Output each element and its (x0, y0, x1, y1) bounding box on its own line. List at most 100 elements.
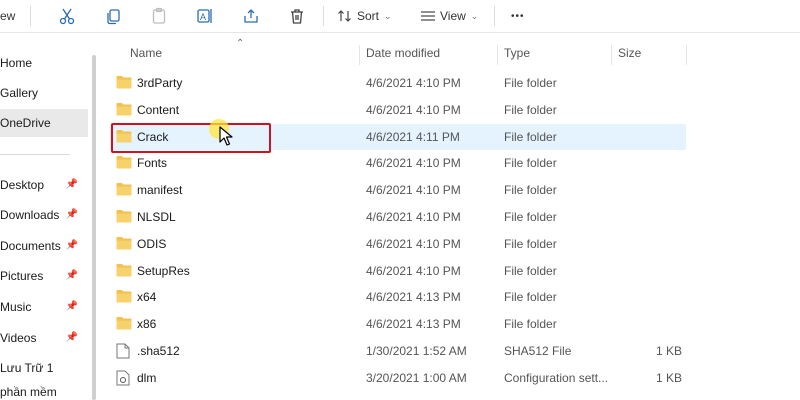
file-date-modified: 4/6/2021 4:10 PM (366, 156, 461, 171)
column-divider[interactable] (359, 45, 360, 65)
file-row[interactable]: Fonts 4/6/2021 4:10 PM File folder (110, 150, 686, 176)
nav-item-label: Documents (0, 239, 61, 253)
column-header-date[interactable]: Date modified (366, 46, 440, 60)
file-row[interactable]: NLSDL 4/6/2021 4:10 PM File folder (110, 204, 686, 230)
cut-button[interactable] (58, 4, 76, 28)
folder-icon (116, 76, 132, 89)
file-date-modified: 3/20/2021 1:00 AM (366, 370, 467, 385)
file-row[interactable]: 3rdParty 4/6/2021 4:10 PM File folder (110, 70, 686, 96)
mouse-cursor-icon (219, 126, 233, 146)
paste-button[interactable] (150, 4, 168, 28)
file-row[interactable]: x64 4/6/2021 4:13 PM File folder (110, 284, 686, 310)
column-header-name[interactable]: Name (130, 46, 162, 60)
sidebar-scrollbar[interactable] (92, 55, 96, 400)
more-options-button[interactable]: ••• (511, 4, 525, 28)
toolbar-divider (30, 6, 31, 26)
column-divider[interactable] (686, 45, 687, 65)
copy-icon (107, 9, 120, 25)
folder-icon (116, 236, 132, 250)
file-type: File folder (504, 236, 557, 251)
nav-item-onedrive[interactable]: OneDrive (0, 109, 88, 137)
view-list-icon (421, 11, 435, 21)
nav-item-label: Desktop (0, 178, 45, 192)
file-row[interactable]: ODIS 4/6/2021 4:10 PM File folder (110, 231, 686, 257)
view-menu-partial[interactable]: ew (0, 4, 15, 28)
nav-item-label: OneDrive (0, 116, 51, 130)
nav-item-label: Lưu Trữ 1 (0, 361, 54, 375)
nav-item-pictures[interactable]: Pictures 📌 (0, 262, 88, 290)
nav-item-documents[interactable]: Documents 📌 (0, 232, 88, 260)
file-type: SHA512 File (504, 344, 572, 358)
more-icon: ••• (511, 10, 525, 22)
nav-item-label: Pictures (0, 269, 44, 283)
highlight-annotation (111, 123, 271, 153)
sort-label: Sort (357, 9, 380, 23)
sort-button[interactable]: Sort ⌄ (337, 4, 392, 28)
nav-item-luu-tru-1[interactable]: Lưu Trữ 1 (0, 354, 88, 382)
scissors-icon (59, 8, 75, 25)
column-divider[interactable] (611, 45, 612, 65)
file-size: 1 KB (655, 370, 682, 385)
share-icon (244, 9, 258, 23)
file-icon (116, 343, 130, 359)
navigation-pane: Home Gallery OneDrive Desktop 📌 Download… (0, 33, 97, 400)
file-name: ODIS (137, 236, 167, 251)
rename-icon: A (197, 9, 212, 23)
chevron-down-icon: ⌄ (470, 10, 479, 21)
file-date-modified: 4/6/2021 4:10 PM (366, 210, 461, 224)
file-name: .sha512 (137, 344, 180, 358)
nav-item-videos[interactable]: Videos 📌 (0, 324, 88, 352)
file-row[interactable]: manifest 4/6/2021 4:10 PM File folder (110, 177, 686, 203)
pin-icon: 📌 (65, 301, 78, 312)
rename-button[interactable]: A (196, 4, 214, 28)
file-name: 3rdParty (137, 76, 183, 90)
file-date-modified: 4/6/2021 4:13 PM (366, 317, 461, 332)
column-header-size[interactable]: Size (618, 46, 641, 60)
nav-item-music[interactable]: Music 📌 (0, 293, 88, 321)
nav-item-label: Gallery (0, 86, 39, 100)
view-button[interactable]: View ⌄ (420, 4, 478, 28)
pin-icon: 📌 (65, 332, 78, 343)
toolbar-divider (323, 6, 324, 26)
file-type: Configuration sett... (504, 370, 608, 385)
file-date-modified: 4/6/2021 4:10 PM (366, 236, 461, 251)
nav-item-label: Downloads (0, 208, 60, 222)
nav-item-label: phần mềm (0, 385, 57, 399)
file-name: dlm (137, 370, 157, 385)
column-header-row: ⌃ Name Date modified Type Size (97, 38, 800, 65)
file-type: File folder (504, 129, 557, 144)
nav-item-phan-mem[interactable]: phần mềm (0, 384, 88, 400)
file-type: File folder (504, 290, 557, 305)
file-name: manifest (137, 183, 183, 198)
column-header-type[interactable]: Type (504, 46, 530, 60)
view-partial-label: ew (0, 9, 16, 23)
folder-icon (116, 183, 132, 196)
file-date-modified: 4/6/2021 4:11 PM (366, 129, 460, 144)
nav-item-gallery[interactable]: Gallery (0, 79, 88, 107)
nav-item-downloads[interactable]: Downloads 📌 (0, 201, 88, 229)
nav-item-home[interactable]: Home (0, 49, 88, 77)
nav-item-label: Videos (0, 331, 37, 345)
pin-icon: 📌 (65, 209, 78, 220)
file-row[interactable]: Content 4/6/2021 4:10 PM File folder (110, 97, 686, 123)
copy-button[interactable] (104, 4, 122, 28)
file-date-modified: 4/6/2021 4:10 PM (366, 183, 461, 198)
share-button[interactable] (242, 4, 260, 28)
file-row[interactable]: dlm 3/20/2021 1:00 AM Configuration sett..… (110, 365, 686, 391)
folder-icon (116, 290, 132, 303)
toolbar-divider (494, 6, 495, 26)
file-row[interactable]: .sha512 1/30/2021 1:52 AM SHA512 File 1 KB (110, 338, 686, 364)
file-name: Fonts (137, 156, 168, 171)
nav-item-desktop[interactable]: Desktop 📌 (0, 171, 88, 199)
column-divider[interactable] (497, 45, 498, 65)
file-type: File folder (504, 156, 557, 171)
file-date-modified: 4/6/2021 4:10 PM (366, 102, 461, 117)
file-row[interactable]: x86 4/6/2021 4:13 PM File folder (110, 311, 686, 337)
trash-icon (291, 9, 303, 24)
folder-icon (116, 156, 132, 169)
config-file-icon (116, 370, 130, 386)
file-name: NLSDL (137, 210, 176, 224)
file-name: SetupRes (137, 263, 190, 278)
delete-button[interactable] (288, 4, 306, 28)
file-row[interactable]: SetupRes 4/6/2021 4:10 PM File folder (110, 258, 686, 284)
